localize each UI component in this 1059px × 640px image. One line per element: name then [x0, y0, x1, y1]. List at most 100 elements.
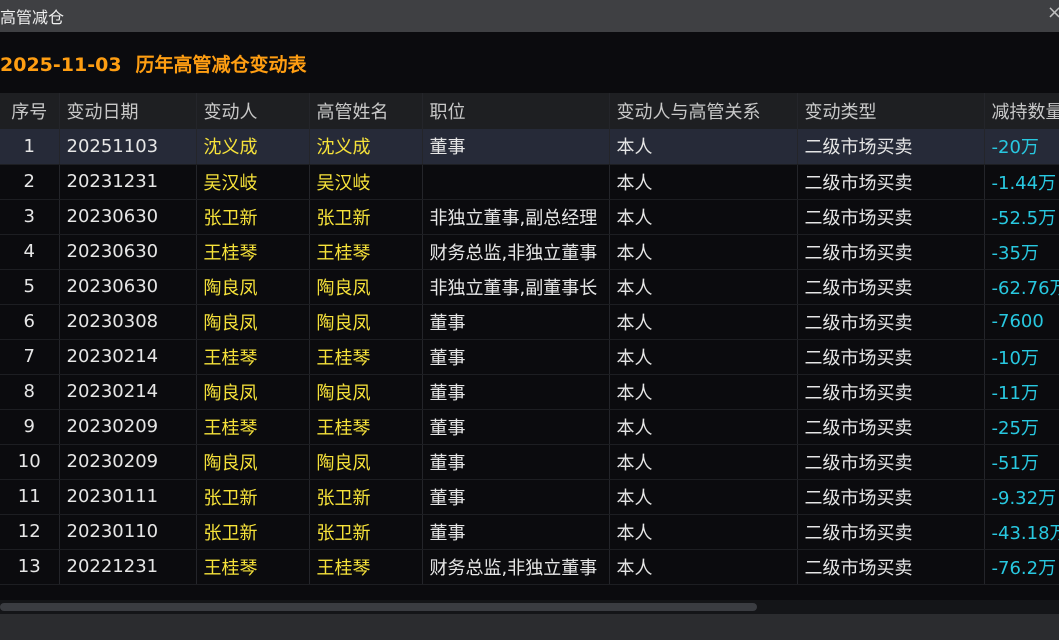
cell-quantity: -20万 — [984, 129, 1059, 165]
cell-quantity: -62.76万 — [984, 269, 1059, 305]
cell-quantity: -7600 — [984, 304, 1059, 340]
cell-position: 董事 — [422, 514, 610, 550]
cell-type: 二级市场买卖 — [797, 129, 985, 165]
cell-changer: 张卫新 — [196, 199, 310, 235]
table-row[interactable]: 4 20230630 王桂琴 王桂琴 财务总监,非独立董事 本人 二级市场买卖 -35万 — [0, 234, 1059, 270]
cell-changer: 陶良凤 — [196, 269, 310, 305]
cell-type: 二级市场买卖 — [797, 479, 985, 515]
cell-executive: 陶良凤 — [309, 444, 423, 480]
table-row[interactable]: 1 20251103 沈义成 沈义成 董事 本人 二级市场买卖 -20万 — [0, 129, 1059, 165]
cell-quantity: -51万 — [984, 444, 1059, 480]
cell-index: 12 — [0, 514, 60, 550]
table-row[interactable]: 1220230110张卫新张卫新董事本人二级市场买卖-43.18万 — [0, 514, 1059, 550]
cell-type: 二级市场买卖 — [797, 444, 985, 480]
table-row[interactable]: 8 20230214 陶良凤 陶良凤 董事 本人 二级市场买卖 -11万 — [0, 374, 1059, 410]
cell-date: 20230214 — [59, 374, 197, 410]
table-row[interactable]: 3 20230630 张卫新 张卫新 非独立董事,副总经理 本人 二级市场买卖 -52.5万 — [0, 199, 1059, 235]
cell-position: 财务总监,非独立董事 — [422, 549, 610, 585]
cell-index: 13 — [0, 549, 60, 585]
cell-relation: 本人 — [609, 479, 798, 515]
cell-date: 20231231 — [59, 164, 197, 200]
cell-index: 5 — [0, 269, 60, 305]
scrollbar-thumb[interactable] — [0, 603, 757, 611]
table-row[interactable]: 13 20221231 王桂琴 王桂琴 财务总监,非独立董事 本人 二级市场买卖 -76.2万 — [0, 549, 1059, 585]
close-icon[interactable]: × — [1047, 2, 1059, 23]
cell-index: 3 — [0, 199, 60, 235]
cell-position — [422, 164, 610, 200]
cell-relation: 本人 — [609, 409, 798, 445]
cell-quantity: -43.18万 — [984, 514, 1059, 550]
cell-index: 2 — [0, 164, 60, 200]
cell-position: 董事 — [422, 444, 610, 480]
table-row[interactable]: 2 20231231 吴汉岐 吴汉岐 本人 二级市场买卖 -1.44万 — [0, 164, 1059, 200]
data-table-container: 序号 变动日期 变动人 高管姓名 职位 变动人与高管关系 变动类型 减持数量 1… — [0, 93, 1059, 585]
cell-relation: 本人 — [609, 199, 798, 235]
cell-type: 二级市场买卖 — [797, 164, 985, 200]
horizontal-scrollbar[interactable] — [0, 600, 1059, 614]
cell-executive: 张卫新 — [309, 199, 423, 235]
cell-date: 20230308 — [59, 304, 197, 340]
cell-date: 20251103 — [59, 129, 197, 165]
table-header-row: 序号 变动日期 变动人 高管姓名 职位 变动人与高管关系 变动类型 减持数量 — [0, 93, 1059, 129]
reduction-table: 序号 变动日期 变动人 高管姓名 职位 变动人与高管关系 变动类型 减持数量 1… — [0, 93, 1059, 585]
cell-relation: 本人 — [609, 304, 798, 340]
column-header-executive[interactable]: 高管姓名 — [309, 93, 423, 129]
table-row[interactable]: 9 20230209 王桂琴 王桂琴 董事 本人 二级市场买卖 -25万 — [0, 409, 1059, 445]
cell-changer: 陶良凤 — [196, 374, 310, 410]
cell-changer: 吴汉岐 — [196, 164, 310, 200]
cell-date: 20230630 — [59, 234, 197, 270]
column-header-type[interactable]: 变动类型 — [797, 93, 985, 129]
cell-quantity: -10万 — [984, 339, 1059, 375]
cell-date: 20230110 — [59, 514, 197, 550]
cell-executive: 王桂琴 — [309, 339, 423, 375]
status-bar — [0, 614, 1059, 640]
cell-relation: 本人 — [609, 549, 798, 585]
table-row[interactable]: 520230630陶良凤陶良凤非独立董事,副董事长本人二级市场买卖-62.76万 — [0, 269, 1059, 305]
cell-position: 非独立董事,副董事长 — [422, 269, 610, 305]
table-row[interactable]: 11 20230111 张卫新 张卫新 董事 本人 二级市场买卖 -9.32万 — [0, 479, 1059, 515]
cell-date: 20230111 — [59, 479, 197, 515]
cell-executive: 王桂琴 — [309, 409, 423, 445]
cell-changer: 陶良凤 — [196, 444, 310, 480]
cell-executive: 王桂琴 — [309, 549, 423, 585]
cell-position: 董事 — [422, 129, 610, 165]
column-header-position[interactable]: 职位 — [422, 93, 610, 129]
column-header-quantity[interactable]: 减持数量 — [984, 93, 1059, 129]
cell-quantity: -76.2万 — [984, 549, 1059, 585]
cell-date: 20230630 — [59, 269, 197, 305]
cell-executive: 王桂琴 — [309, 234, 423, 270]
cell-quantity: -52.5万 — [984, 199, 1059, 235]
cell-quantity: -1.44万 — [984, 164, 1059, 200]
cell-relation: 本人 — [609, 444, 798, 480]
title-bar: 高管减仓 × — [0, 0, 1059, 32]
cell-changer: 沈义成 — [196, 129, 310, 165]
cell-position: 董事 — [422, 339, 610, 375]
cell-executive: 张卫新 — [309, 479, 423, 515]
column-header-date[interactable]: 变动日期 — [59, 93, 197, 129]
cell-executive: 吴汉岐 — [309, 164, 423, 200]
cell-date: 20230214 — [59, 339, 197, 375]
table-row[interactable]: 10 20230209 陶良凤 陶良凤 董事 本人 二级市场买卖 -51万 — [0, 444, 1059, 480]
cell-type: 二级市场买卖 — [797, 409, 985, 445]
column-header-changer[interactable]: 变动人 — [196, 93, 310, 129]
cell-index: 7 — [0, 339, 60, 375]
cell-changer: 王桂琴 — [196, 409, 310, 445]
cell-position: 董事 — [422, 304, 610, 340]
column-header-relation[interactable]: 变动人与高管关系 — [609, 93, 798, 129]
report-date: 2025-11-03 — [0, 54, 122, 76]
cell-index: 8 — [0, 374, 60, 410]
cell-type: 二级市场买卖 — [797, 269, 985, 305]
cell-relation: 本人 — [609, 374, 798, 410]
cell-index: 10 — [0, 444, 60, 480]
table-row[interactable]: 7 20230214 王桂琴 王桂琴 董事 本人 二级市场买卖 -10万 — [0, 339, 1059, 375]
cell-date: 20230209 — [59, 444, 197, 480]
cell-type: 二级市场买卖 — [797, 234, 985, 270]
cell-index: 9 — [0, 409, 60, 445]
column-header-index[interactable]: 序号 — [0, 93, 60, 129]
cell-changer: 陶良凤 — [196, 304, 310, 340]
cell-changer: 张卫新 — [196, 514, 310, 550]
cell-changer: 张卫新 — [196, 479, 310, 515]
cell-changer: 王桂琴 — [196, 339, 310, 375]
table-row[interactable]: 6 20230308 陶良凤 陶良凤 董事 本人 二级市场买卖 -7600 — [0, 304, 1059, 340]
cell-type: 二级市场买卖 — [797, 549, 985, 585]
